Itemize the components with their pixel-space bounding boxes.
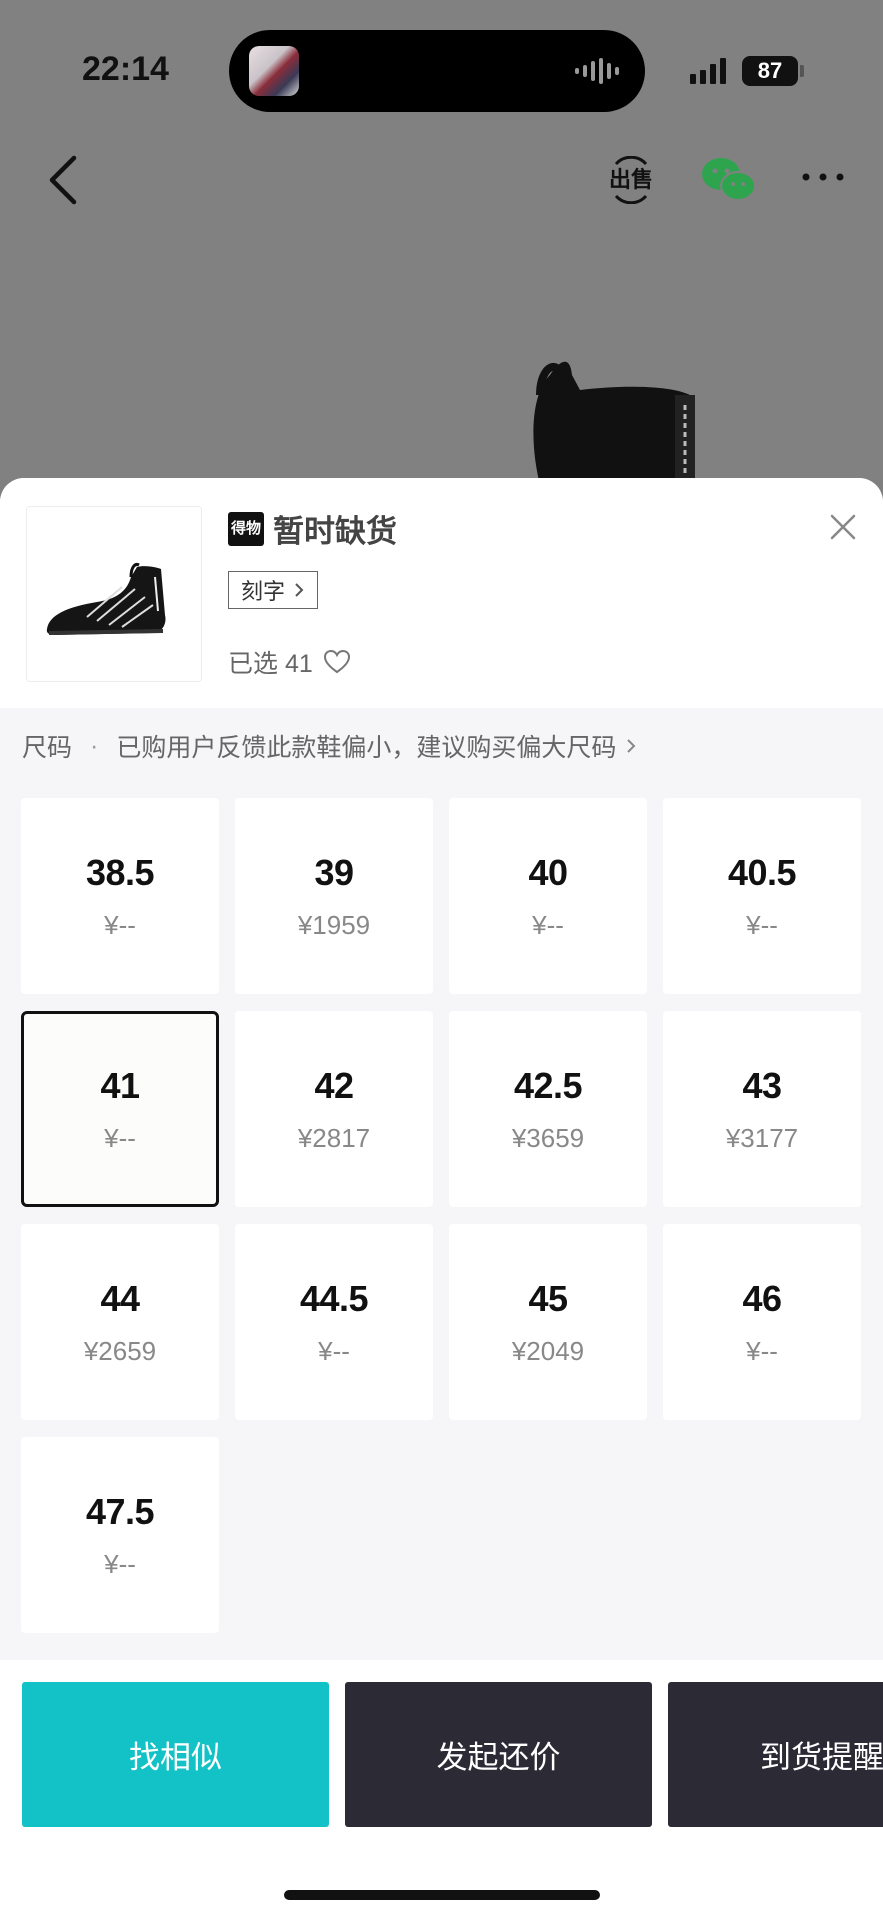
album-art xyxy=(249,46,299,96)
status-time: 22:14 xyxy=(82,50,169,88)
size-value: 46 xyxy=(742,1277,782,1319)
size-price: ¥-- xyxy=(104,1122,136,1153)
size-section-label: 尺码 xyxy=(22,734,73,762)
sell-icon[interactable]: 出售 xyxy=(608,156,654,204)
engrave-button[interactable]: 刻字 xyxy=(228,571,319,609)
size-option[interactable]: 44 ¥2659 xyxy=(21,1224,219,1420)
audio-wave-icon xyxy=(575,58,619,84)
dynamic-island[interactable] xyxy=(229,30,645,112)
size-price: ¥2659 xyxy=(83,1335,157,1366)
size-value: 40.5 xyxy=(727,851,797,893)
engrave-label: 刻字 xyxy=(241,579,286,604)
size-price: ¥-- xyxy=(104,1548,136,1579)
size-picker-sheet: 得物 暂时缺货 刻字 已选 41 尺码 · 已购用户反馈此款鞋偏小，建议购买偏大… xyxy=(0,478,883,1920)
size-hint-row[interactable]: 尺码 · 已购用户反馈此款鞋偏小，建议购买偏大尺码 xyxy=(22,728,638,764)
size-option[interactable]: 38.5 ¥-- xyxy=(21,798,219,994)
sheet-header: 得物 暂时缺货 刻字 已选 41 xyxy=(0,478,883,708)
size-value: 42 xyxy=(314,1064,354,1106)
signal-icon xyxy=(690,58,726,84)
size-value: 40 xyxy=(528,851,568,893)
size-value: 41 xyxy=(100,1064,140,1106)
size-value: 44 xyxy=(100,1277,140,1319)
make-offer-button[interactable]: 发起还价 xyxy=(345,1682,652,1827)
size-option[interactable]: 42.5 ¥3659 xyxy=(449,1011,647,1207)
size-price: ¥-- xyxy=(532,909,564,940)
battery-cap xyxy=(800,65,804,77)
size-option[interactable]: 47.5 ¥-- xyxy=(21,1437,219,1633)
size-value: 43 xyxy=(742,1064,782,1106)
size-option[interactable]: 40 ¥-- xyxy=(449,798,647,994)
size-price: ¥3659 xyxy=(511,1122,585,1153)
close-icon[interactable] xyxy=(822,506,864,548)
restock-alert-button[interactable]: 到货提醒 xyxy=(668,1682,883,1827)
size-option[interactable]: 39 ¥1959 xyxy=(235,798,433,994)
find-similar-button[interactable]: 找相似 xyxy=(22,1682,329,1827)
size-price: ¥-- xyxy=(746,909,778,940)
size-option[interactable]: 40.5 ¥-- xyxy=(663,798,861,994)
selected-size-row: 已选 41 xyxy=(228,644,351,680)
battery-icon: 87 xyxy=(742,56,798,86)
size-price: ¥-- xyxy=(746,1335,778,1366)
heart-icon[interactable] xyxy=(323,649,351,675)
size-value: 47.5 xyxy=(85,1490,155,1532)
size-price: ¥1959 xyxy=(297,909,371,940)
separator-dot: · xyxy=(90,731,99,760)
size-option[interactable]: 44.5 ¥-- xyxy=(235,1224,433,1420)
product-thumbnail[interactable] xyxy=(26,506,202,682)
size-price: ¥3177 xyxy=(725,1122,799,1153)
size-value: 39 xyxy=(314,851,354,893)
chevron-right-icon xyxy=(627,739,636,753)
stock-status: 暂时缺货 xyxy=(273,514,397,549)
more-icon[interactable] xyxy=(800,162,846,192)
chevron-right-icon xyxy=(295,583,304,597)
size-option[interactable]: 42 ¥2817 xyxy=(235,1011,433,1207)
svg-text:出售: 出售 xyxy=(609,167,653,193)
size-option[interactable]: 46 ¥-- xyxy=(663,1224,861,1420)
brand-logo: 得物 xyxy=(228,512,264,546)
size-option[interactable]: 45 ¥2049 xyxy=(449,1224,647,1420)
size-fit-hint: 已购用户反馈此款鞋偏小，建议购买偏大尺码 xyxy=(116,734,617,762)
home-indicator[interactable] xyxy=(284,1890,600,1900)
size-value: 45 xyxy=(528,1277,568,1319)
selected-size-label: 已选 41 xyxy=(228,650,313,678)
back-icon[interactable] xyxy=(44,150,84,210)
size-price: ¥-- xyxy=(104,909,136,940)
size-grid: 38.5 ¥-- 39 ¥1959 40 ¥-- 40.5 ¥-- 41 ¥-- 42 ¥2… xyxy=(21,798,864,1633)
size-option-selected[interactable]: 41 ¥-- xyxy=(21,1011,219,1207)
wechat-icon[interactable] xyxy=(700,154,756,204)
size-value: 38.5 xyxy=(85,851,155,893)
product-image-background xyxy=(533,361,695,485)
shoe-image xyxy=(46,563,166,635)
size-value: 42.5 xyxy=(513,1064,583,1106)
size-price: ¥2049 xyxy=(511,1335,585,1366)
size-option[interactable]: 43 ¥3177 xyxy=(663,1011,861,1207)
size-price: ¥-- xyxy=(318,1335,350,1366)
size-price: ¥2817 xyxy=(297,1122,371,1153)
size-value: 44.5 xyxy=(299,1277,369,1319)
